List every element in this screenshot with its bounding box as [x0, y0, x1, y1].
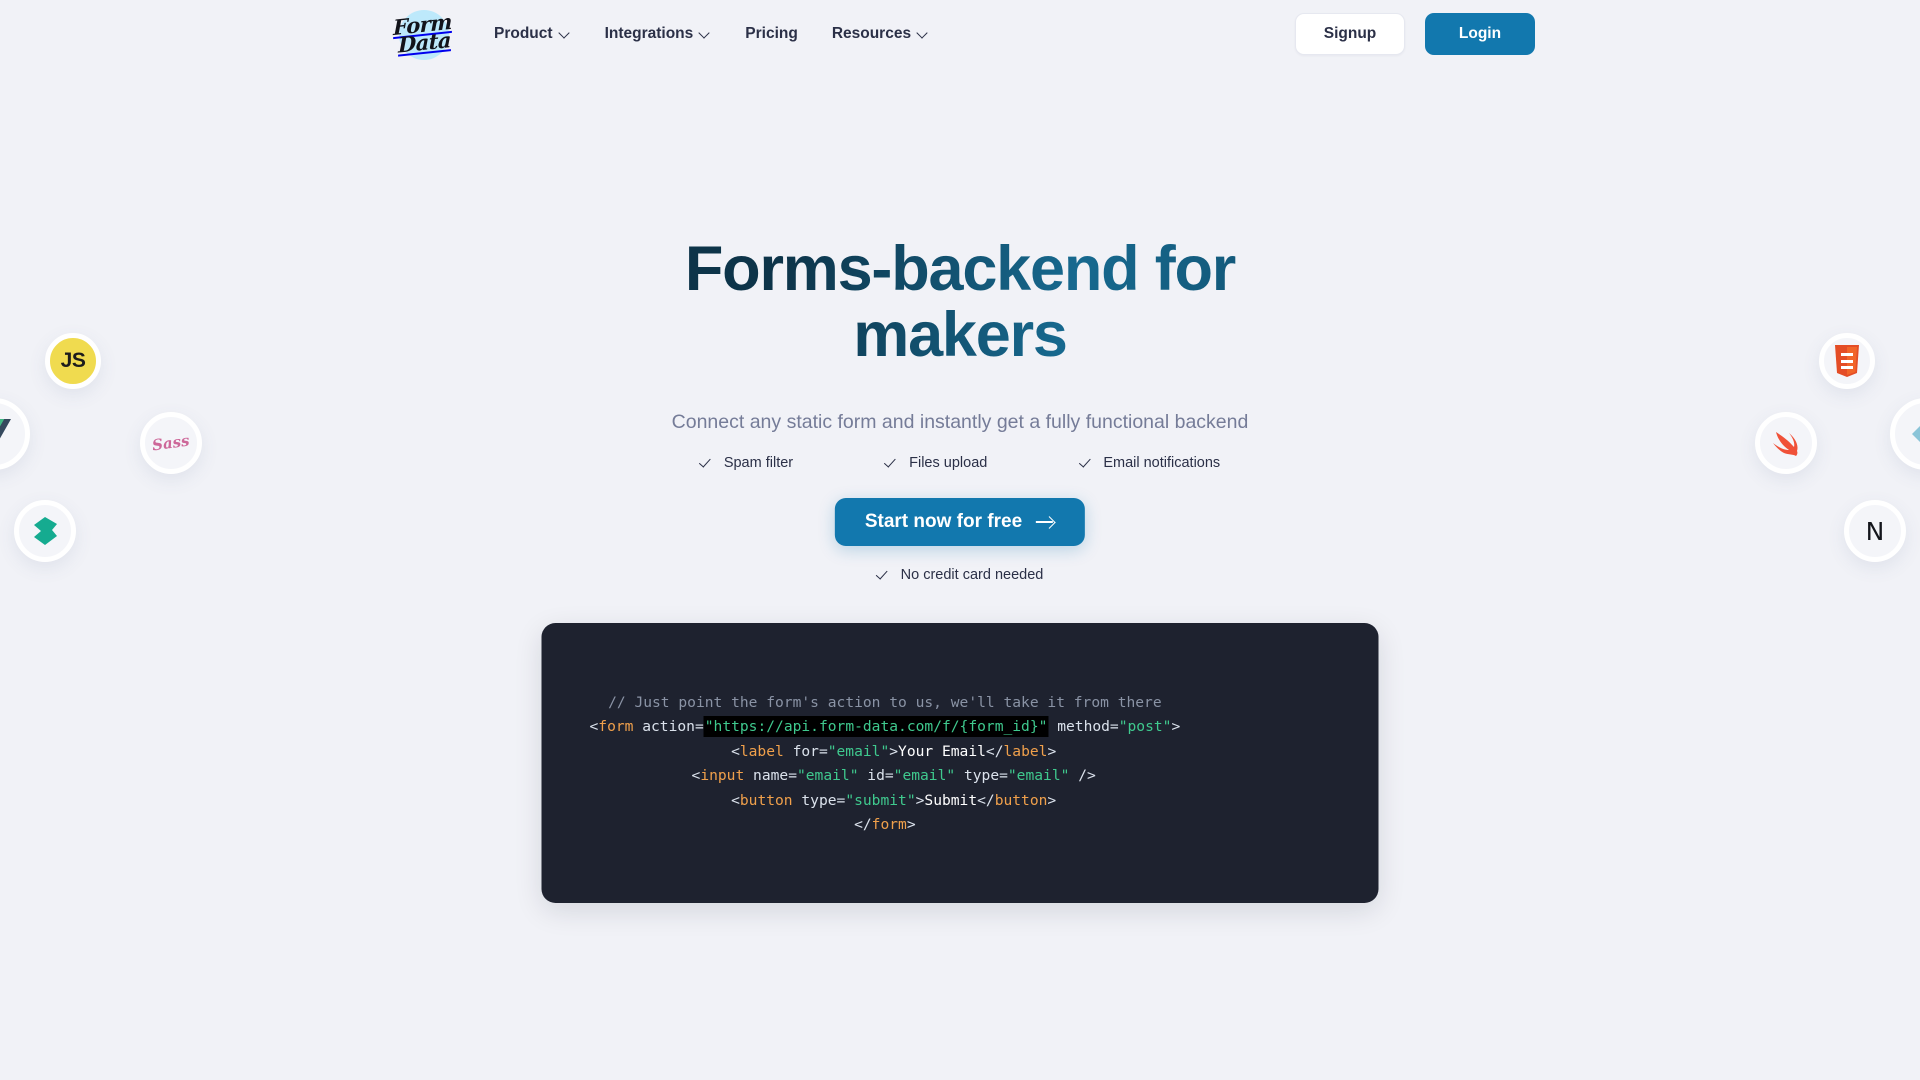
code-token: form [871, 816, 907, 834]
formdata-script-logo: Form Data [394, 8, 453, 58]
chevron-down-icon [560, 28, 571, 39]
code-token: > [1047, 791, 1057, 809]
feature-label: Email notifications [1103, 455, 1221, 471]
feature-list: Spam filter Files upload Email notificat… [700, 455, 1220, 471]
no-credit-card-label: No credit card needed [900, 567, 1044, 583]
code-token: > [1047, 742, 1057, 760]
chevron-down-icon [700, 28, 711, 39]
code-token: > [906, 816, 916, 834]
check-icon [700, 456, 714, 470]
sass-icon: Sass [140, 412, 202, 474]
start-now-for-free-button[interactable]: Start now for free [834, 498, 1086, 546]
gatsby-icon [14, 500, 76, 562]
code-token: "email" [827, 742, 890, 760]
code-token: </ [985, 742, 1004, 760]
code-token: button [739, 791, 793, 809]
code-token: "email" [893, 767, 956, 785]
code-snippet-body: // Just point the form's action to us, w… [590, 691, 1181, 837]
code-snippet-card: // Just point the form's action to us, w… [541, 623, 1379, 903]
arrow-right-icon [1036, 515, 1055, 529]
javascript-icon-label: JS [60, 349, 86, 372]
javascript-icon: JS [45, 333, 101, 389]
code-token: action= [633, 718, 704, 736]
code-token: "submit" [845, 791, 916, 809]
code-token: "post" [1118, 718, 1172, 736]
site-header: Form Data Product Integrations Pricing R… [0, 0, 1920, 70]
feature-item-spam-filter: Spam filter [700, 455, 793, 471]
nav-label-resources: Resources [831, 25, 912, 42]
code-action-url: "https://api.form-data.com/f/{form_id}" [703, 716, 1049, 738]
code-token: "email" [796, 767, 859, 785]
header-actions: Signup Login [1295, 0, 1535, 68]
login-button[interactable]: Login [1425, 13, 1535, 55]
sass-icon-label: Sass [151, 431, 191, 455]
nav-label-product: Product [494, 25, 553, 42]
code-token: /> [1069, 767, 1096, 785]
code-token: for= [783, 742, 828, 760]
code-token: type= [792, 791, 846, 809]
code-token: > [889, 742, 899, 760]
page-title: Forms-backend for makers [510, 237, 1410, 368]
code-token: </ [854, 816, 872, 834]
code-token: name= [744, 767, 797, 785]
nav-label-pricing: Pricing [745, 25, 798, 42]
hero-section: Forms-backend for makers Connect any stat… [0, 0, 1920, 1080]
code-token: form [598, 718, 634, 736]
feature-item-email-notifications: Email notifications [1079, 455, 1220, 471]
logo-line-2: Data [398, 26, 452, 58]
swift-icon [1755, 412, 1817, 474]
main-navigation: Product Integrations Pricing Resources [477, 0, 946, 68]
brand-logo[interactable]: Form Data [385, 0, 461, 68]
code-token: label [739, 742, 784, 760]
chevron-down-icon [918, 28, 929, 39]
code-token: method= [1048, 718, 1119, 736]
code-token: < [691, 767, 701, 785]
hero-title-line-1: Forms-backend for [684, 234, 1236, 304]
html5-icon [1819, 333, 1875, 389]
code-token: </ [977, 791, 995, 809]
nav-item-pricing[interactable]: Pricing [728, 17, 815, 51]
check-icon [885, 456, 899, 470]
nav-item-resources[interactable]: Resources [815, 17, 946, 51]
nuxt-icon-label: N [1865, 516, 1885, 546]
code-token: > [915, 791, 925, 809]
nav-item-integrations[interactable]: Integrations [588, 17, 729, 51]
code-token: id= [858, 767, 894, 785]
signup-button[interactable]: Signup [1295, 13, 1405, 55]
code-token: < [589, 718, 599, 736]
hero-subtitle: Connect any static form and instantly ge… [671, 411, 1249, 433]
cta-label: Start now for free [864, 511, 1023, 532]
feature-label: Files upload [909, 455, 988, 471]
nuxt-icon: N [1844, 500, 1906, 562]
code-token: > [1171, 718, 1181, 736]
feature-item-files-upload: Files upload [885, 455, 987, 471]
hero-title-line-2: makers [853, 299, 1067, 370]
code-comment-line: // Just point the form's action to us, w… [608, 694, 1162, 711]
code-token: "email" [1007, 767, 1070, 785]
nav-item-product[interactable]: Product [477, 17, 588, 51]
nav-label-integrations: Integrations [604, 25, 694, 42]
feature-label: Spam filter [723, 455, 794, 471]
check-icon [1079, 456, 1093, 470]
check-icon [877, 568, 891, 582]
code-token: type= [955, 767, 1008, 785]
code-token: input [700, 767, 745, 785]
code-token: Submit [924, 791, 978, 809]
code-token: label [1003, 742, 1048, 760]
code-token: Your Email [898, 742, 986, 760]
no-credit-card-note: No credit card needed [877, 567, 1044, 583]
code-token: button [994, 791, 1048, 809]
